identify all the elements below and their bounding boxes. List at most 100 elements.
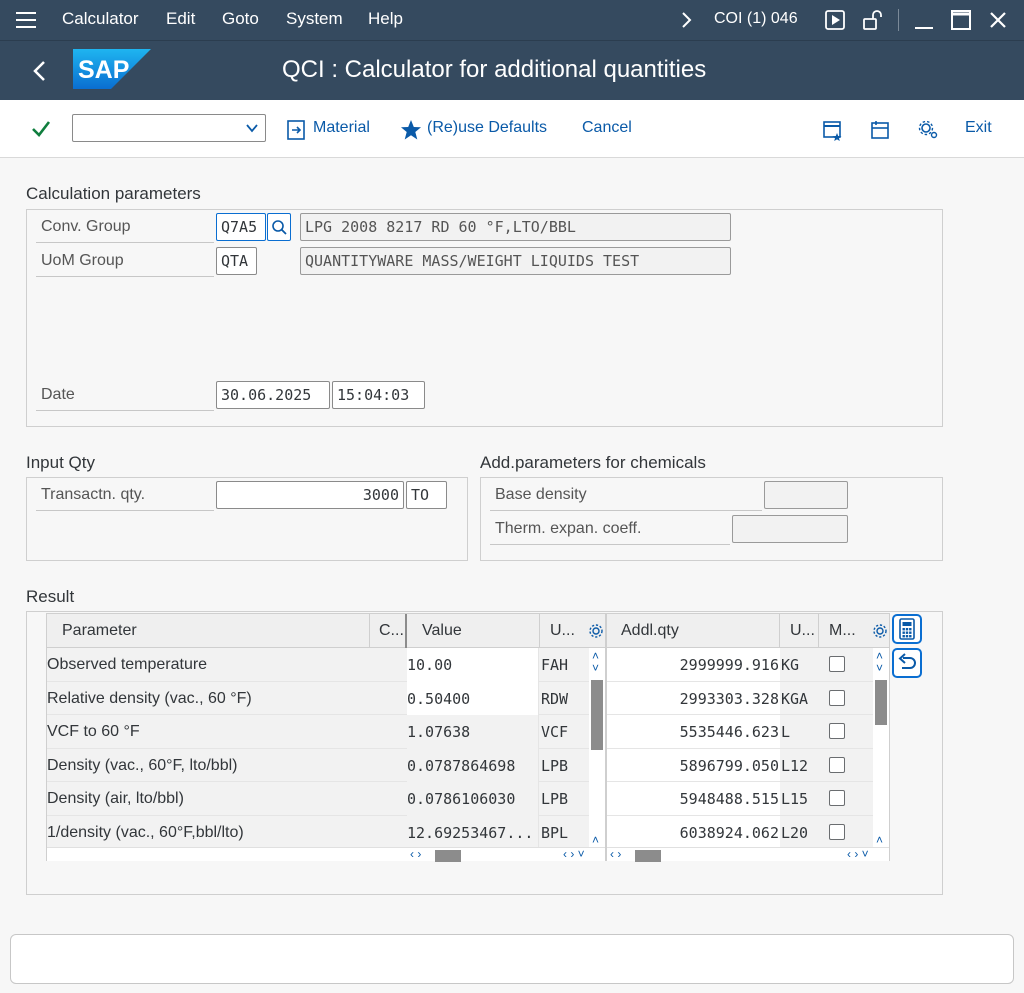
addl-qty-cell: 6038924.062: [679, 823, 779, 842]
calculate-button[interactable]: [892, 614, 922, 644]
scroll-up-icon[interactable]: ˄: [592, 834, 599, 846]
cancel-button[interactable]: Cancel: [582, 119, 632, 137]
exit-button[interactable]: Exit: [965, 119, 992, 137]
header-value[interactable]: Value: [422, 614, 462, 648]
layout-icon[interactable]: [822, 119, 844, 141]
header-c[interactable]: C...: [379, 614, 404, 648]
menu-bar: Calculator Edit Goto System Help COI (1)…: [0, 0, 1024, 40]
uom-group-input[interactable]: QTA: [216, 247, 257, 275]
star-icon[interactable]: [400, 119, 422, 141]
scrollbar-thumb[interactable]: [875, 680, 887, 725]
conv-group-label: Conv. Group: [36, 211, 214, 243]
value-help-icon: [272, 220, 287, 235]
scrollbar-thumb[interactable]: [435, 850, 461, 862]
scroll-right-icon[interactable]: ‹ › ˅: [847, 848, 869, 860]
system-info: COI (1) 046: [714, 10, 798, 27]
manual-checkbox[interactable]: [829, 790, 845, 806]
svg-text:SAP: SAP: [78, 56, 129, 84]
close-icon[interactable]: [986, 8, 1010, 32]
manual-checkbox[interactable]: [829, 689, 845, 706]
scrollbar-thumb[interactable]: [591, 680, 603, 750]
window-icon[interactable]: [869, 119, 891, 141]
transaction-qty-unit[interactable]: TO: [406, 481, 447, 509]
manual-checkbox[interactable]: [829, 656, 845, 672]
menu-edit[interactable]: Edit: [166, 9, 195, 29]
parameter-cell: Observed temperature: [47, 656, 208, 673]
result-title: Result: [26, 587, 75, 606]
menu-icon[interactable]: [16, 12, 36, 28]
uom-group-label: UoM Group: [36, 245, 214, 277]
menu-system[interactable]: System: [286, 9, 343, 29]
menu-separator: [898, 9, 899, 31]
header-addl-qty[interactable]: Addl.qty: [621, 614, 679, 648]
play-icon[interactable]: [823, 8, 847, 32]
parameter-cell: 1/density (vac., 60°F,bbl/lto): [47, 823, 244, 841]
maximize-icon[interactable]: [949, 8, 973, 32]
unlock-icon[interactable]: [860, 8, 884, 32]
unit-cell: LPB: [541, 790, 569, 808]
value-cell[interactable]: 0.50400: [407, 682, 538, 716]
parameter-cell: Relative density (vac., 60 °F): [47, 689, 252, 707]
unit-cell: RDW: [541, 689, 569, 708]
settings-icon[interactable]: [917, 119, 939, 141]
conv-group-search-button[interactable]: [267, 213, 291, 241]
header-unit[interactable]: U...: [550, 614, 575, 648]
parameters-horizontal-scrollbar[interactable]: [47, 847, 605, 862]
parameter-cell: VCF to 60 °F: [47, 723, 140, 740]
manual-checkbox[interactable]: [829, 723, 845, 739]
scroll-left-icon[interactable]: ‹ ›: [410, 848, 421, 860]
header-m[interactable]: M...: [829, 614, 856, 648]
scroll-right-icon[interactable]: ‹ › ˅: [563, 848, 585, 860]
therm-expan-input[interactable]: [732, 515, 848, 543]
value-cell[interactable]: 10.00: [407, 648, 538, 682]
undo-button[interactable]: [892, 648, 922, 678]
col-divider: [539, 614, 540, 648]
scroll-down-icon[interactable]: ˅: [876, 662, 883, 674]
chevron-right-icon[interactable]: [674, 8, 698, 32]
page-title: QCI : Calculator for additional quantiti…: [282, 56, 707, 83]
value-cell: 1.07638: [407, 723, 471, 741]
calculator-icon: [899, 618, 915, 640]
conv-group-input[interactable]: Q7A5: [216, 213, 266, 241]
scrollbar-thumb[interactable]: [635, 850, 661, 862]
base-density-input[interactable]: [764, 481, 848, 509]
parameters-vertical-scrollbar[interactable]: [589, 648, 605, 847]
scroll-down-icon[interactable]: ˅: [592, 662, 599, 674]
addl-vertical-scrollbar[interactable]: [873, 648, 889, 847]
title-bar: SAP QCI : Calculator for additional quan…: [0, 40, 1024, 100]
date-label: Date: [36, 379, 214, 411]
material-button[interactable]: Material: [313, 119, 370, 137]
time-input[interactable]: 15:04:03: [332, 381, 425, 409]
menu-calculator[interactable]: Calculator: [62, 9, 139, 29]
addl-qty-cell: 2999999.916: [679, 656, 779, 674]
menu-help[interactable]: Help: [368, 9, 403, 29]
manual-checkbox[interactable]: [829, 756, 845, 773]
uom-group-description: QUANTITYWARE MASS/WEIGHT LIQUIDS TEST: [300, 247, 731, 275]
header-addl-unit[interactable]: U...: [790, 614, 815, 648]
scroll-left-icon[interactable]: ‹ ›: [610, 848, 621, 860]
dropdown-chevron-icon[interactable]: [245, 121, 259, 135]
transaction-qty-label: Transactn. qty.: [36, 479, 214, 511]
unit-cell: BPL: [541, 823, 569, 842]
toolbar: Material (Re)use Defaults Cancel Exit: [0, 100, 1024, 158]
check-icon[interactable]: [30, 118, 52, 140]
minimize-icon[interactable]: [912, 8, 936, 32]
command-field-dropdown[interactable]: [72, 114, 266, 142]
manual-checkbox[interactable]: [829, 823, 845, 840]
col-divider: [779, 614, 780, 648]
reuse-defaults-button[interactable]: (Re)use Defaults: [427, 119, 547, 137]
addl-unit-cell: L: [781, 723, 791, 741]
therm-expan-label: Therm. expan. coeff.: [490, 513, 730, 545]
table-settings-icon[interactable]: [588, 623, 604, 639]
unit-cell: LPB: [541, 756, 569, 775]
date-input[interactable]: 30.06.2025: [216, 381, 330, 409]
transaction-qty-input[interactable]: 3000: [216, 481, 404, 509]
material-icon[interactable]: [286, 119, 308, 141]
table-settings-icon[interactable]: [872, 623, 888, 639]
header-parameter[interactable]: Parameter: [62, 614, 137, 648]
col-divider: [369, 614, 370, 648]
menu-goto[interactable]: Goto: [222, 9, 259, 29]
addl-qty-cell: 5896799.050: [679, 756, 779, 775]
back-icon[interactable]: [30, 59, 50, 83]
scroll-up-icon[interactable]: ˄: [876, 834, 883, 846]
